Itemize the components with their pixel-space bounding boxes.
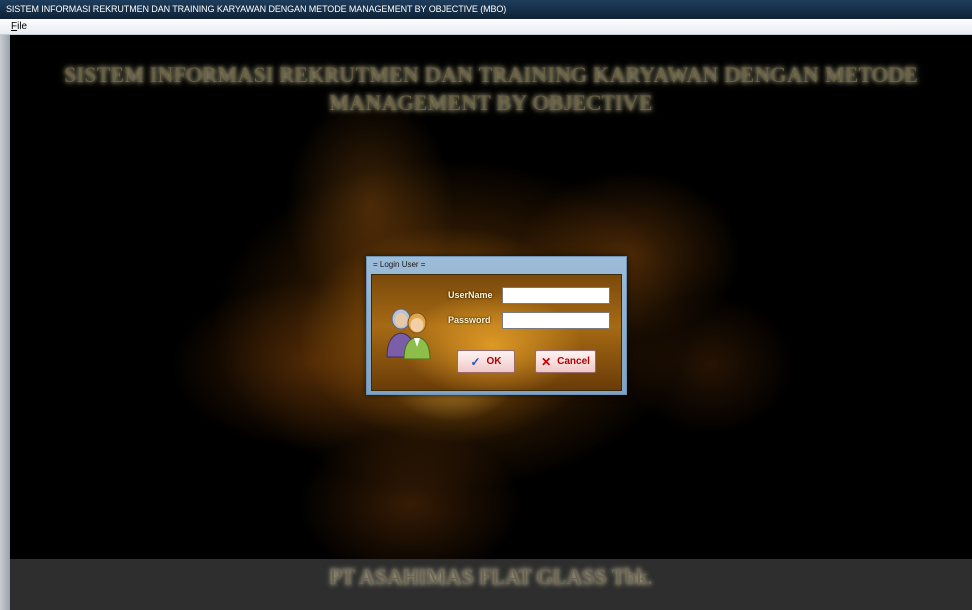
window-title: SISTEM INFORMASI REKRUTMEN DAN TRAINING … [6, 4, 507, 14]
cancel-button-label: Cancel [557, 356, 590, 367]
ok-button-label: OK [486, 356, 502, 367]
headline-line-1: SISTEM INFORMASI REKRUTMEN DAN TRAINING … [64, 62, 918, 87]
users-icon [386, 308, 431, 359]
username-label: UserName [448, 290, 493, 300]
menu-bar: File [0, 19, 972, 35]
login-dialog: = Login User = UserName Password ✓ OK ✕ … [366, 256, 627, 395]
headline-line-2: MANAGEMENT BY OBJECTIVE [329, 90, 653, 115]
app-headline: SISTEM INFORMASI REKRUTMEN DAN TRAINING … [10, 61, 972, 117]
menu-file[interactable]: File [11, 19, 27, 34]
company-name: PT ASAHIMAS FLAT GLASS Tbk. [329, 564, 653, 589]
window-title-bar[interactable]: SISTEM INFORMASI REKRUTMEN DAN TRAINING … [0, 0, 972, 19]
ok-button[interactable]: ✓ OK [457, 350, 515, 373]
mdi-frame-border [0, 35, 10, 610]
username-input[interactable] [502, 287, 610, 304]
password-label: Password [448, 315, 491, 325]
login-dialog-body: UserName Password ✓ OK ✕ Cancel [371, 274, 622, 391]
cancel-button[interactable]: ✕ Cancel [535, 350, 596, 373]
x-icon: ✕ [541, 354, 552, 369]
menu-file-label: ile [17, 21, 28, 32]
password-input[interactable] [502, 312, 610, 329]
checkmark-icon: ✓ [470, 354, 481, 369]
login-dialog-title: = Login User = [373, 260, 426, 269]
